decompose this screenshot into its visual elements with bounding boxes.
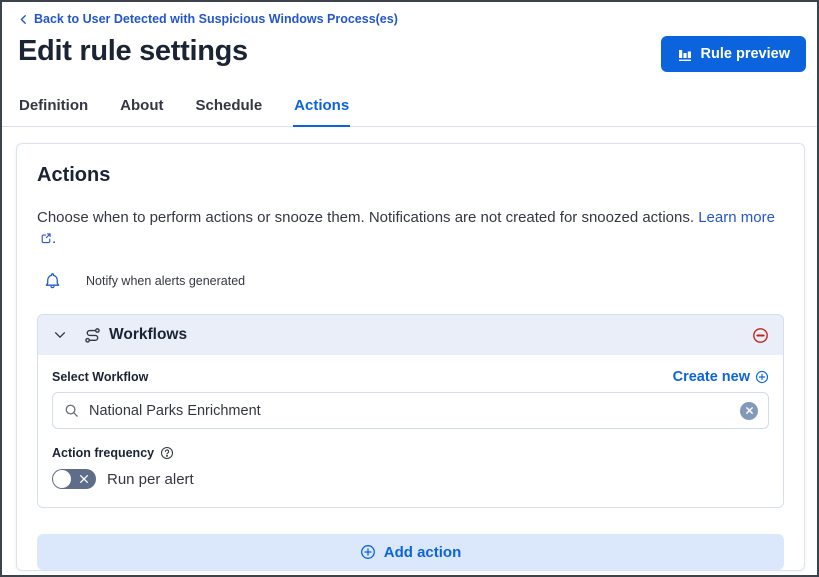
page-title: Edit rule settings — [18, 35, 248, 68]
workflows-title: Workflows — [109, 326, 187, 344]
cross-icon — [79, 474, 89, 484]
rule-preview-button[interactable]: Rule preview — [661, 36, 806, 72]
workflows-accordion-body: Select Workflow Create new — [38, 355, 783, 507]
add-action-label: Add action — [384, 544, 462, 561]
tab-definition[interactable]: Definition — [18, 89, 89, 127]
notify-label: Notify when alerts generated — [86, 274, 245, 288]
select-workflow-label: Select Workflow — [52, 370, 148, 384]
select-workflow-row: Select Workflow Create new — [52, 369, 769, 385]
minus-in-circle-icon — [752, 327, 769, 344]
clear-input-button[interactable] — [740, 402, 758, 420]
workflows-accordion-header[interactable]: Workflows — [38, 315, 783, 355]
action-frequency-row: Action frequency — [52, 446, 769, 460]
run-per-alert-label: Run per alert — [107, 471, 194, 488]
remove-action-button[interactable] — [750, 325, 771, 346]
run-per-alert-row: Run per alert — [52, 469, 769, 489]
run-per-alert-toggle[interactable] — [52, 469, 96, 489]
external-link-icon — [37, 230, 52, 247]
panel-title: Actions — [37, 164, 784, 187]
description-text: Choose when to perform actions or snooze… — [37, 209, 694, 226]
learn-more-label: Learn more — [698, 209, 775, 226]
back-link-label: Back to User Detected with Suspicious Wi… — [34, 12, 398, 26]
plus-in-circle-icon — [360, 544, 376, 560]
bell-icon — [44, 272, 61, 289]
toggle-knob — [53, 470, 71, 488]
back-link[interactable]: Back to User Detected with Suspicious Wi… — [18, 12, 398, 26]
notify-row: Notify when alerts generated — [44, 272, 784, 289]
tab-about[interactable]: About — [119, 89, 164, 127]
action-frequency-label: Action frequency — [52, 446, 154, 460]
workflow-search-input[interactable] — [53, 393, 768, 428]
workflow-icon — [84, 327, 101, 344]
tab-actions[interactable]: Actions — [293, 89, 350, 127]
workflow-search-field — [52, 392, 769, 429]
title-row: Edit rule settings Rule preview — [2, 30, 817, 72]
rule-preview-label: Rule preview — [701, 46, 790, 62]
create-new-label: Create new — [673, 369, 750, 385]
actions-panel: Actions Choose when to perform actions o… — [16, 143, 805, 571]
chevron-down-icon — [53, 328, 67, 342]
chevron-left-icon — [18, 14, 29, 25]
tab-bar: Definition About Schedule Actions — [2, 89, 817, 127]
cross-icon — [745, 406, 754, 415]
add-action-button[interactable]: Add action — [37, 534, 784, 570]
plus-in-circle-icon — [755, 370, 769, 384]
panel-description: Choose when to perform actions or snooze… — [37, 207, 784, 251]
tab-schedule[interactable]: Schedule — [194, 89, 263, 127]
search-icon — [64, 403, 79, 418]
app-window: Back to User Detected with Suspicious Wi… — [0, 0, 819, 577]
bar-chart-icon — [677, 46, 693, 62]
create-new-link[interactable]: Create new — [673, 369, 769, 385]
workflows-action-group: Workflows Select Workflow Create new — [37, 314, 784, 508]
description-period: . — [52, 230, 56, 247]
question-in-circle-icon[interactable] — [160, 446, 174, 460]
